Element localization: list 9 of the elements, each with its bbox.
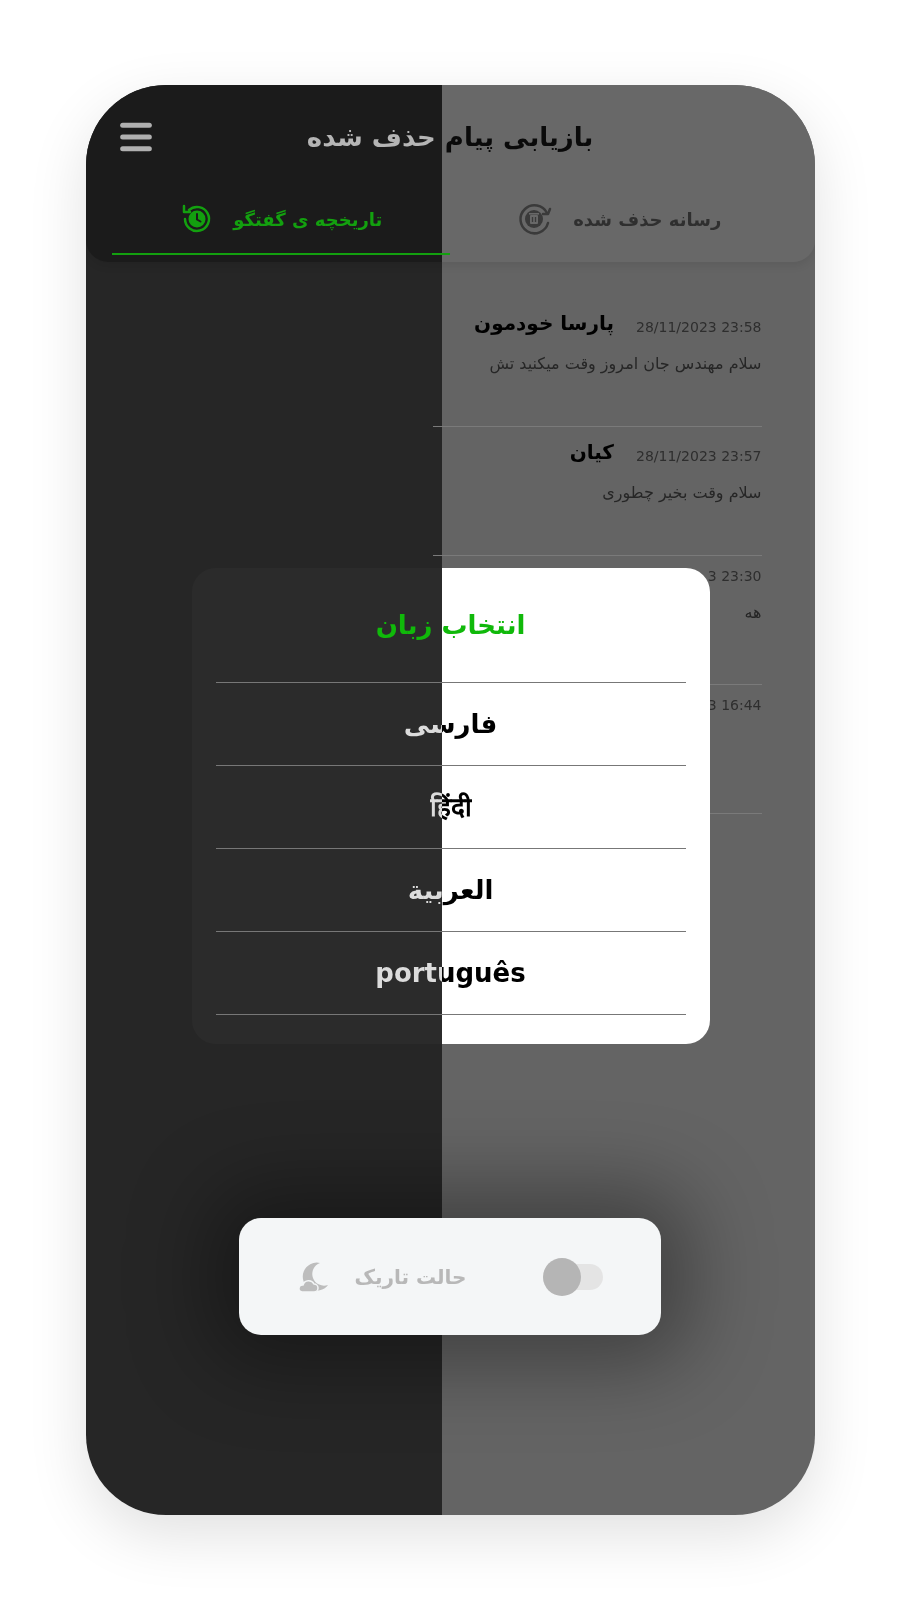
tab[interactable]: تاریخچه ی گفتگو xyxy=(111,185,450,255)
sender-name: کیان xyxy=(569,439,614,466)
dark-mode-toggle[interactable] xyxy=(542,1257,603,1296)
message-preview: سلام مهندس جان امروز وقت میکنید تش xyxy=(488,353,762,376)
dialog-title: انتخاب زبان xyxy=(375,608,526,642)
message-preview: سلام وقت بخیر چطوری xyxy=(601,482,762,505)
message-preview: هه xyxy=(743,602,762,624)
dark-mode-label: حالت تاریک xyxy=(354,1263,467,1291)
sender-name: پارسا خودمون xyxy=(474,310,614,338)
